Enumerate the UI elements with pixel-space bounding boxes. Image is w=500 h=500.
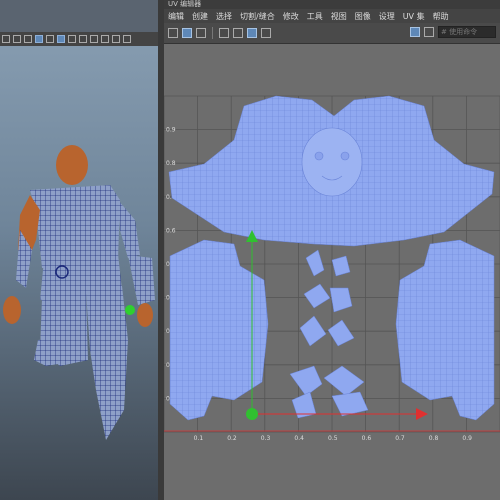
toolbar-right-group (410, 26, 496, 38)
gamma-icon[interactable] (112, 35, 120, 43)
rotate-icon[interactable] (182, 28, 192, 38)
viewport-3d[interactable] (0, 0, 158, 500)
distortion-icon[interactable] (233, 28, 243, 38)
manipulator-center (246, 408, 258, 420)
menu-modify[interactable]: 修改 (283, 11, 299, 22)
x-tick-label: 0.4 (294, 435, 304, 442)
menu-view[interactable]: 视图 (331, 11, 347, 22)
uv-editor-panel: UV 编辑器 编辑 创建 选择 切割/缝合 修改 工具 视图 图像 设理 UV … (164, 0, 500, 500)
translate-icon[interactable] (168, 28, 178, 38)
menu-help[interactable]: 帮助 (433, 11, 449, 22)
isolate-icon[interactable] (410, 27, 420, 37)
shaded-icon[interactable] (46, 35, 54, 43)
texture-display-icon[interactable] (424, 27, 434, 37)
command-search-input[interactable] (438, 26, 496, 38)
y-tick-label: 0.9 (166, 127, 176, 134)
checker-icon[interactable] (219, 28, 229, 38)
shadow-icon[interactable] (79, 35, 87, 43)
toolbar-divider (212, 27, 213, 39)
camera-icon[interactable] (2, 35, 10, 43)
uv-editor-menu-bar: 编辑 创建 选择 切割/缝合 修改 工具 视图 图像 设理 UV 集 帮助 (164, 9, 500, 23)
x-tick-label: 0.3 (261, 435, 271, 442)
pin-icon[interactable] (261, 28, 271, 38)
menu-settings[interactable]: 设理 (379, 11, 395, 22)
isolate-icon[interactable] (90, 35, 98, 43)
menu-create[interactable]: 创建 (192, 11, 208, 22)
y-tick-label: 0.6 (166, 227, 176, 234)
menu-tools[interactable]: 工具 (307, 11, 323, 22)
y-tick-label: 0.8 (166, 160, 176, 167)
uv-editor-title: UV 编辑器 (164, 0, 500, 9)
uv-editor-toolbar (164, 23, 500, 44)
display-icon[interactable] (123, 35, 131, 43)
menu-uv-sets[interactable]: UV 集 (403, 11, 425, 22)
select-icon[interactable] (13, 35, 21, 43)
uv-canvas[interactable]: 0.10.20.30.40.50.60.70.80.90.90.80.70.60… (164, 44, 500, 500)
textured-icon[interactable] (57, 35, 65, 43)
menu-select[interactable]: 选择 (216, 11, 232, 22)
xray-icon[interactable] (101, 35, 109, 43)
x-tick-label: 0.6 (362, 435, 372, 442)
x-tick-label: 0.9 (462, 435, 472, 442)
menu-cut-sew[interactable]: 切割/缝合 (240, 11, 275, 22)
menu-image[interactable]: 图像 (355, 11, 371, 22)
light-icon[interactable] (68, 35, 76, 43)
viewport-toolbar (0, 32, 158, 46)
viewport-background (0, 0, 158, 32)
uv-shell-face (301, 127, 363, 197)
grid-icon[interactable] (24, 35, 32, 43)
x-tick-label: 0.8 (429, 435, 439, 442)
x-tick-label: 0.2 (227, 435, 237, 442)
wireframe-icon[interactable] (35, 35, 43, 43)
x-tick-label: 0.5 (328, 435, 338, 442)
character-model[interactable] (0, 140, 158, 460)
x-tick-label: 0.1 (194, 435, 204, 442)
scale-icon[interactable] (196, 28, 206, 38)
menu-edit[interactable]: 编辑 (168, 11, 184, 22)
x-tick-label: 0.7 (395, 435, 405, 442)
grid-icon[interactable] (247, 28, 257, 38)
